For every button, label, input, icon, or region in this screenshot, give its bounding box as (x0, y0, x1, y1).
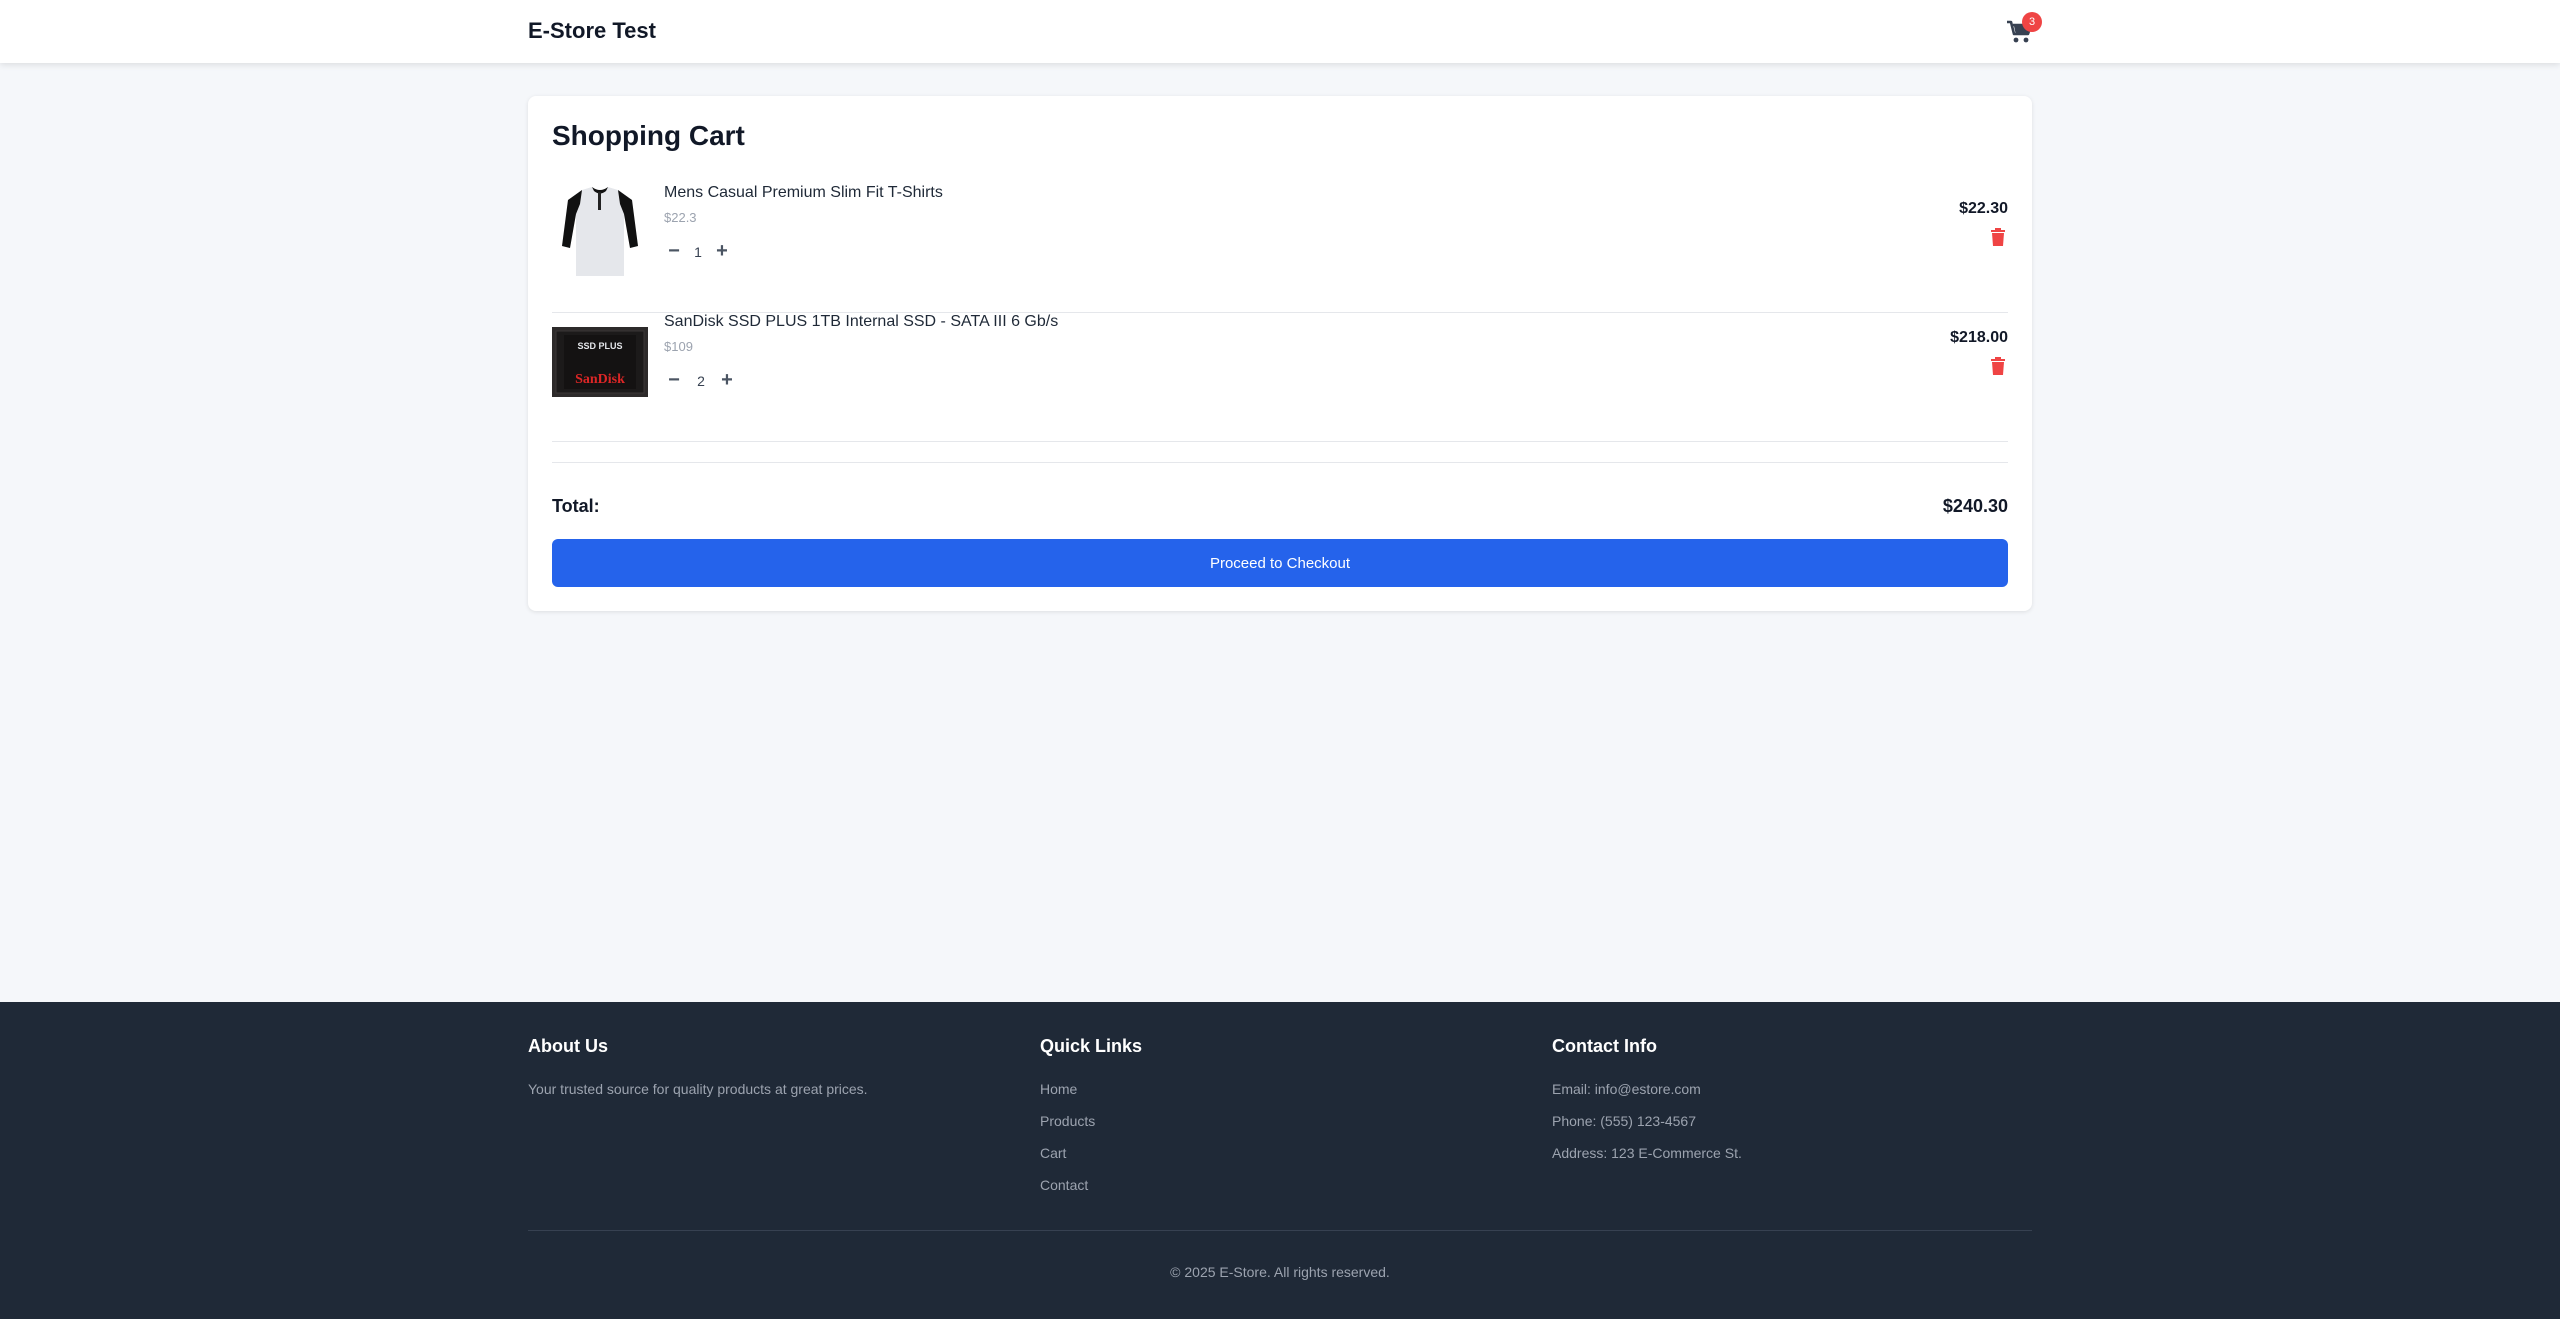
quantity-value: 1 (694, 244, 702, 260)
footer-link-cart[interactable]: Cart (1040, 1137, 1142, 1169)
copyright-text: © 2025 E-Store. All rights reserved. (1170, 1264, 1390, 1280)
footer-heading: Contact Info (1552, 1036, 1657, 1056)
contact-email: Email: info@estore.com (1552, 1081, 1701, 1097)
trash-icon[interactable] (1990, 357, 2006, 375)
footer-heading: Quick Links (1040, 1036, 1143, 1056)
footer-link-products[interactable]: Products (1040, 1105, 1142, 1137)
sandisk-logo-text: SanDisk (575, 372, 625, 387)
cart-item: Mens Casual Premium Slim Fit T-Shirts $2… (552, 184, 2008, 313)
product-name[interactable]: SanDisk SSD PLUS 1TB Internal SSD - SATA… (664, 313, 1058, 331)
about-text: Your trusted source for quality products… (528, 1081, 868, 1097)
footer-link-contact[interactable]: Contact (1040, 1169, 1142, 1201)
checkout-button[interactable]: Proceed to Checkout (552, 539, 2008, 587)
increase-quantity-button[interactable]: + (712, 241, 732, 262)
increase-quantity-button[interactable]: + (717, 370, 737, 391)
trash-icon[interactable] (1990, 228, 2006, 246)
unit-price: $22.3 (664, 210, 697, 225)
decrease-quantity-button[interactable]: − (664, 370, 684, 391)
contact-phone: Phone: (555) 123-4567 (1552, 1113, 1696, 1129)
footer-quick-links: Quick Links Home Products Cart Contact (1040, 1036, 1142, 1201)
site-brand[interactable]: E-Store Test (528, 18, 656, 44)
footer-about: About Us Your trusted source for quality… (528, 1036, 868, 1105)
line-total: $22.30 (1959, 200, 2008, 217)
total-value: $240.30 (1942, 496, 2008, 516)
total-label: Total: (552, 496, 600, 516)
product-image (552, 184, 648, 280)
product-name[interactable]: Mens Casual Premium Slim Fit T-Shirts (664, 184, 943, 202)
product-image: SSD PLUS SanDisk (552, 327, 648, 397)
cart-panel: Shopping Cart Mens Casual Premium Slim F… (528, 96, 2032, 611)
summary-divider (552, 462, 2008, 463)
contact-address: Address: 123 E-Commerce St. (1552, 1145, 1742, 1161)
ssd-plus-text: SSD PLUS (577, 341, 622, 351)
footer-heading: About Us (528, 1036, 608, 1056)
decrease-quantity-button[interactable]: − (664, 241, 684, 262)
unit-price: $109 (664, 339, 693, 354)
cart-count-badge: 3 (2022, 12, 2042, 32)
quantity-value: 2 (697, 373, 705, 389)
footer-link-home[interactable]: Home (1040, 1073, 1142, 1105)
line-total: $218.00 (1950, 329, 2008, 346)
cart-button[interactable]: 3 (2004, 12, 2042, 48)
footer-contact: Contact Info Email: info@estore.com Phon… (1552, 1036, 1742, 1169)
site-footer: About Us Your trusted source for quality… (0, 1002, 2560, 1319)
footer-divider (528, 1230, 2032, 1231)
page-title: Shopping Cart (552, 120, 745, 151)
site-header: E-Store Test 3 (0, 0, 2560, 63)
cart-item: SSD PLUS SanDisk SanDisk SSD PLUS 1TB In… (552, 313, 2008, 442)
